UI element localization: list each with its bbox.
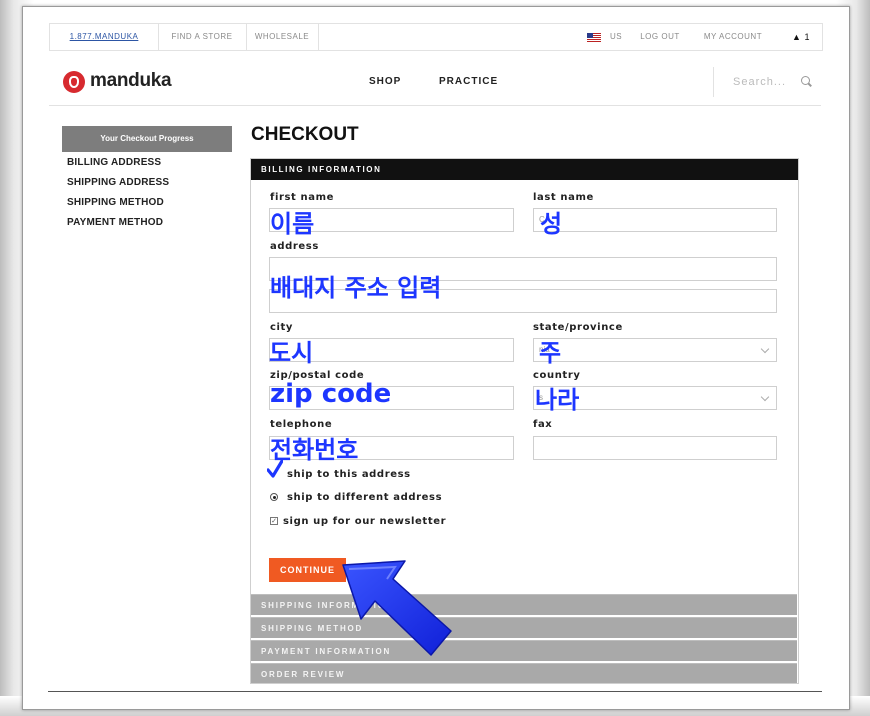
state-label: state/province — [533, 322, 623, 333]
newsletter-option[interactable]: sign up for our newsletter — [283, 516, 446, 527]
utility-bar: 1.877.MANDUKA FIND A STORE WHOLESALE US … — [49, 23, 823, 51]
ship-different-radio[interactable] — [270, 493, 278, 501]
annotation-country: 나라 — [535, 386, 580, 414]
logo-text[interactable]: manduka — [90, 70, 172, 92]
address-label: address — [270, 241, 319, 252]
annotation-first-name: 이름 — [270, 210, 315, 238]
nav-practice[interactable]: PRACTICE — [439, 76, 498, 87]
telephone-label: telephone — [270, 419, 333, 430]
pointer-arrow-icon — [342, 560, 452, 656]
last-name-label: last name — [533, 192, 594, 203]
page-title: CHECKOUT — [251, 124, 359, 145]
phone-link[interactable]: 1.877.MANDUKA — [50, 24, 158, 50]
annotation-address: 배대지 주소 입력 — [270, 274, 442, 302]
annotation-telephone: 전화번호 — [270, 436, 359, 464]
newsletter-checkbox[interactable]: ✓ — [270, 517, 278, 525]
search-input[interactable] — [731, 71, 795, 93]
fax-label: fax — [533, 419, 553, 430]
chevron-down-icon — [760, 344, 770, 354]
manduka-logo-icon[interactable] — [63, 71, 85, 93]
section-order-review[interactable]: ORDER REVIEW — [251, 663, 797, 683]
billing-information-header[interactable]: BILLING INFORMATION — [251, 159, 798, 180]
state-select[interactable]: nia — [533, 338, 777, 362]
cart-count: 1 — [804, 32, 810, 42]
ship-to-different-address-option[interactable]: ship to different address — [287, 492, 442, 503]
cart-link[interactable]: ▲ 1 — [792, 24, 810, 50]
city-label: city — [270, 322, 294, 333]
annotation-last-name: 성 — [540, 210, 563, 238]
sidebar-item-shipping-method[interactable]: SHIPPING METHOD — [67, 197, 164, 208]
checkout-progress-title: Your Checkout Progress — [62, 126, 232, 152]
page-bottom-divider — [48, 691, 822, 692]
search-icon[interactable] — [801, 76, 810, 85]
annotation-city: 도시 — [269, 339, 314, 367]
sidebar-item-payment-method[interactable]: PAYMENT METHOD — [67, 217, 163, 228]
wholesale-link[interactable]: WHOLESALE — [246, 24, 318, 50]
nav-shop[interactable]: SHOP — [369, 76, 401, 87]
last-name-field[interactable]: C — [533, 208, 777, 232]
ship-to-this-address-option[interactable]: ship to this address — [287, 469, 411, 480]
find-store-link[interactable]: FIND A STORE — [158, 24, 246, 50]
annotation-zip: zip code — [270, 379, 392, 409]
sidebar-item-shipping-address[interactable]: SHIPPING ADDRESS — [67, 177, 169, 188]
sidebar-item-billing-address[interactable]: BILLING ADDRESS — [67, 157, 161, 168]
first-name-label: first name — [270, 192, 334, 203]
my-account-link[interactable]: MY ACCOUNT — [700, 24, 766, 50]
us-flag-icon[interactable] — [587, 33, 601, 42]
site-header: manduka SHOP PRACTICE — [49, 49, 821, 106]
fax-field[interactable] — [533, 436, 777, 460]
chevron-down-icon — [760, 392, 770, 402]
logout-link[interactable]: LOG OUT — [638, 24, 682, 50]
annotation-state: 주 — [539, 339, 562, 367]
bag-icon: ▲ — [792, 32, 802, 42]
region-link[interactable]: US — [606, 24, 626, 50]
